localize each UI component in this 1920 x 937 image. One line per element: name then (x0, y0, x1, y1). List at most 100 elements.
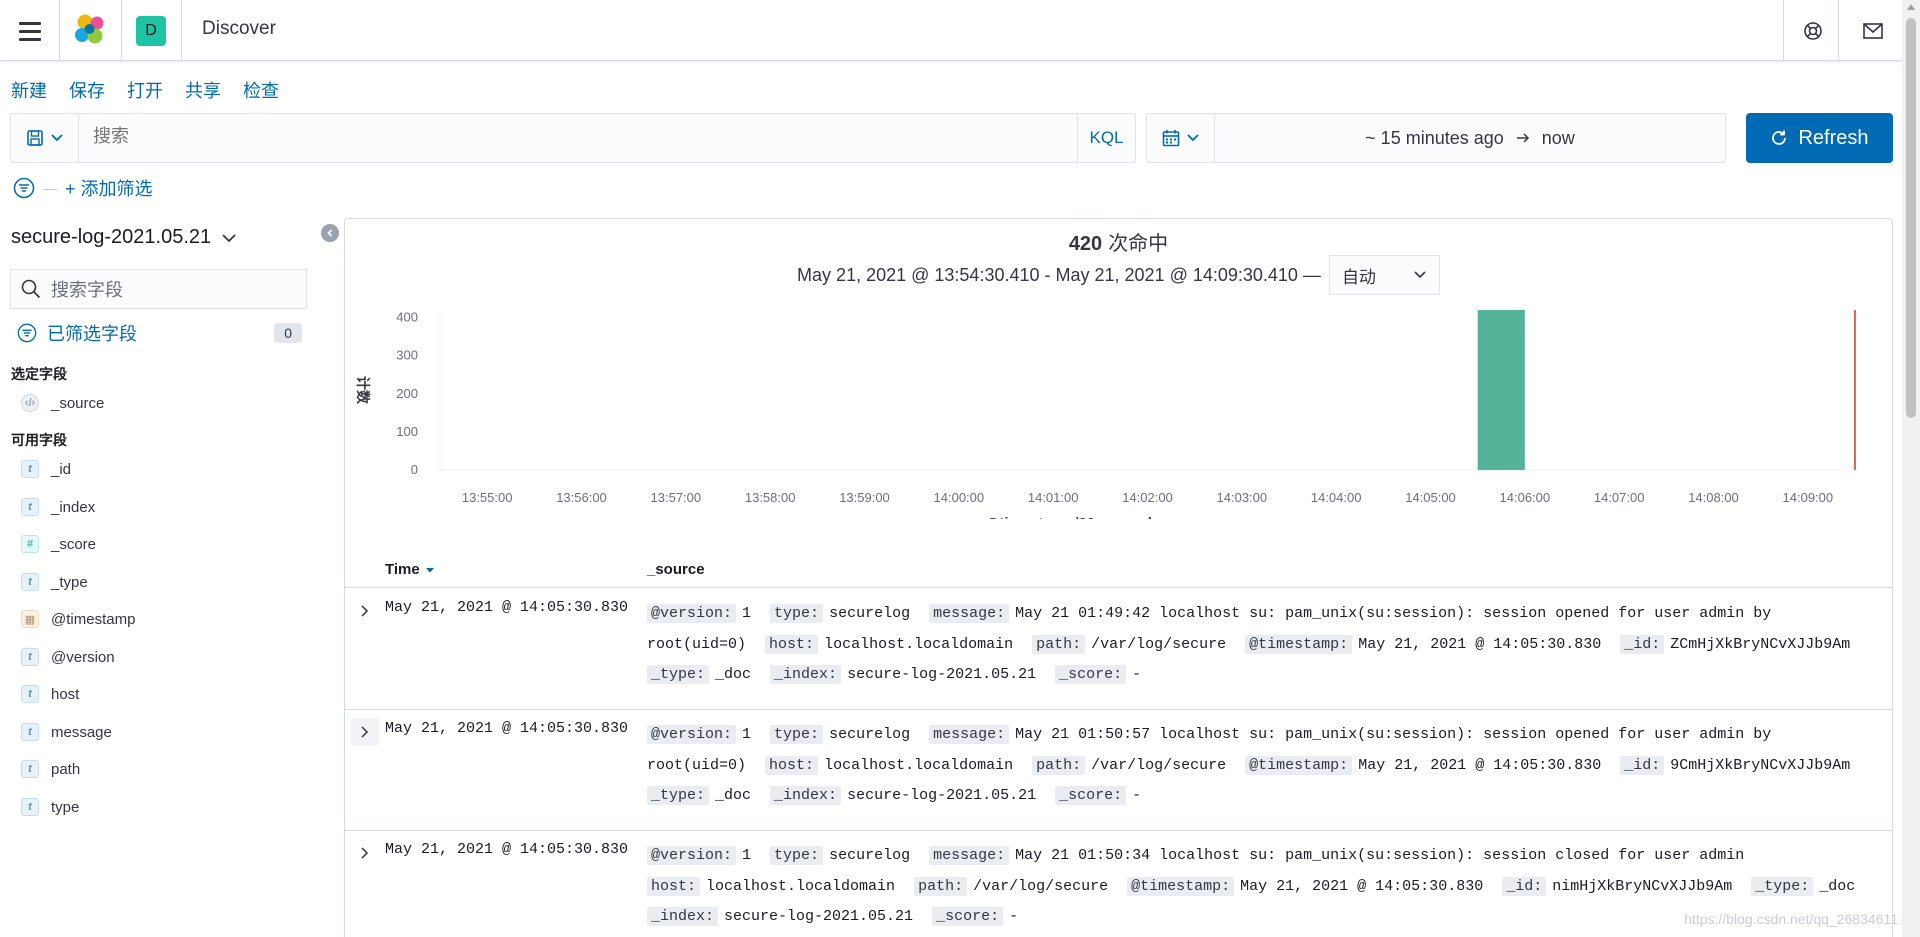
end-date-button[interactable]: now (1542, 128, 1575, 149)
x-tick-label: 14:09:00 (1783, 490, 1834, 505)
expand-row-icon[interactable] (351, 839, 379, 867)
x-tick-label: 14:04:00 (1311, 490, 1362, 505)
index-pattern-name: secure-log-2021.05.21 (11, 226, 212, 248)
field-search-input[interactable]: 搜索字段 (10, 269, 307, 309)
source-field-value: 9CmHjXkBryNCvXJJb9Am (1670, 756, 1851, 774)
source-field-value: _doc (715, 666, 752, 683)
help-icon[interactable] (1796, 14, 1830, 48)
inspect-link[interactable]: 检查 (243, 77, 279, 103)
saved-query-button[interactable] (11, 114, 79, 162)
source-field-value: - (1132, 787, 1142, 804)
kql-toggle-button[interactable]: KQL (1077, 114, 1135, 162)
source-field-key: @timestamp: (1245, 634, 1353, 654)
scrollbar-thumb[interactable] (1906, 18, 1916, 418)
source-field-value: securelog (829, 605, 911, 622)
field-item-message[interactable]: t message (21, 720, 112, 744)
source-field-value: localhost.localdomain (824, 635, 1014, 653)
expand-row-icon[interactable] (351, 597, 379, 625)
source-field-key: @timestamp: (1245, 755, 1353, 775)
x-tick-label: 13:55:00 (462, 490, 513, 505)
source-field-key: type: (770, 604, 824, 623)
table-row: May 21, 2021 @ 14:05:30.830 @version: 1 ty… (345, 710, 1892, 831)
hits-counter: 420 次命中 (345, 227, 1892, 256)
field-item-type[interactable]: t type (21, 795, 79, 819)
field-item-host[interactable]: t host (21, 682, 79, 706)
source-field-key: host: (765, 634, 819, 654)
refresh-button[interactable]: Refresh (1746, 113, 1893, 163)
field-item-timestamp[interactable]: ▦ @timestamp (21, 607, 135, 631)
arrow-right-icon (1516, 133, 1529, 143)
source-field-value: _doc (1819, 877, 1856, 895)
field-item-index[interactable]: t _index (21, 495, 95, 519)
add-filter-button[interactable]: + 添加筛选 (65, 175, 153, 201)
mail-icon[interactable] (1856, 14, 1890, 48)
field-item-version[interactable]: t @version (21, 645, 115, 669)
table-row: May 21, 2021 @ 14:05:30.830 @version: 1 ty… (345, 831, 1892, 937)
field-item-type-meta[interactable]: t _type (21, 570, 88, 594)
string-field-icon: t (21, 573, 39, 591)
source-field-key: message: (929, 725, 1010, 744)
filter-icon (17, 323, 37, 343)
y-axis-label: 计数 (355, 376, 371, 405)
field-item-score[interactable]: # _score (21, 532, 96, 556)
x-tick-label: 13:58:00 (745, 490, 796, 505)
new-link[interactable]: 新建 (11, 77, 47, 103)
source-field-key: path: (914, 876, 968, 896)
chevron-down-icon (50, 134, 63, 142)
source-field-key: path: (1032, 634, 1086, 654)
filtered-fields-toggle[interactable]: 已筛选字段 0 (17, 320, 302, 346)
field-item-id[interactable]: t _id (21, 457, 71, 481)
string-field-icon: t (21, 760, 39, 778)
time-column-header[interactable]: Time (385, 561, 435, 578)
filter-icon[interactable] (13, 177, 35, 199)
space-avatar[interactable]: D (136, 16, 166, 46)
source-field-key: _index: (770, 665, 842, 684)
header-divider (59, 0, 60, 60)
quick-select-button[interactable] (1147, 114, 1215, 162)
sort-down-icon[interactable] (425, 567, 435, 573)
x-tick-label: 14:01:00 (1028, 490, 1079, 505)
source-field-key: path: (1032, 755, 1086, 775)
expand-row-icon[interactable] (351, 718, 379, 746)
index-pattern-selector[interactable]: secure-log-2021.05.21 (11, 226, 237, 249)
field-item-path[interactable]: t path (21, 757, 80, 781)
doc-table-header: Time _source (345, 554, 1892, 588)
x-tick-label: 14:08:00 (1688, 490, 1739, 505)
filter-bar: — + 添加筛选 (13, 175, 153, 201)
source-field-value: secure-log-2021.05.21 (847, 666, 1037, 683)
field-name: _source (51, 394, 105, 412)
source-column-header: _source (647, 561, 705, 578)
page-scrollbar[interactable] (1902, 0, 1920, 937)
source-field-value: May 21, 2021 @ 14:05:30.830 (1240, 877, 1484, 895)
save-link[interactable]: 保存 (69, 77, 105, 103)
collapse-sidebar-icon[interactable] (321, 224, 339, 242)
source-field-value: 1 (742, 847, 752, 864)
search-icon (21, 279, 41, 299)
refresh-button-label: Refresh (1798, 126, 1869, 149)
menu-icon[interactable] (14, 16, 46, 46)
source-field-value: secure-log-2021.05.21 (847, 787, 1037, 804)
source-field-key: _score: (932, 907, 1004, 926)
source-field-value: May 21, 2021 @ 14:05:30.830 (1358, 756, 1602, 774)
search-input[interactable] (93, 126, 993, 147)
open-link[interactable]: 打开 (127, 77, 163, 103)
start-date-button[interactable]: ~ 15 minutes ago (1365, 128, 1504, 149)
source-field-key: _id: (1502, 876, 1547, 896)
field-item-source[interactable]: ‹/› _source (21, 391, 104, 415)
source-field-key: host: (647, 876, 701, 896)
interval-select[interactable]: 自动 (1328, 255, 1440, 295)
source-field-key: _index: (770, 786, 842, 805)
x-tick-label: 14:06:00 (1500, 490, 1551, 505)
source-field-value: securelog (829, 726, 911, 743)
interval-value: 自动 (1341, 267, 1376, 287)
y-tick-label: 100 (396, 424, 418, 439)
scroll-up-icon[interactable] (1907, 4, 1915, 10)
source-field-key: @version: (647, 846, 737, 865)
source-field-key: host: (765, 755, 819, 775)
x-axis-label: @timestamp/30 seconds (985, 515, 1161, 519)
source-field-value: secure-log-2021.05.21 (724, 908, 914, 925)
share-link[interactable]: 共享 (185, 77, 221, 103)
field-name: _score (51, 535, 97, 553)
header-divider (1783, 0, 1784, 60)
elastic-logo[interactable] (72, 13, 108, 47)
